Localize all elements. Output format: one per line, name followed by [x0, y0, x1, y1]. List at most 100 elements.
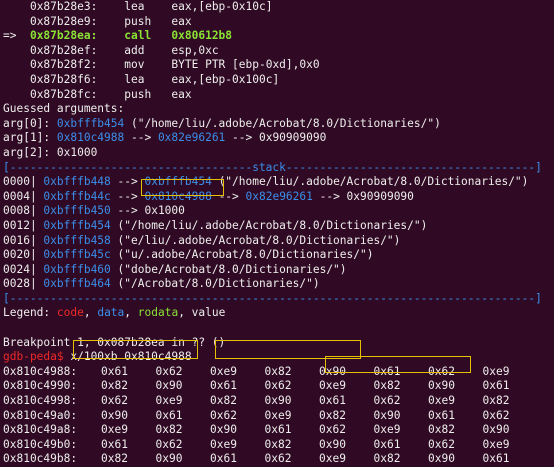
legend: Legend: code, data, rodata, value — [3, 306, 226, 320]
instruction-operands: BYTE PTR [ebp-0xd],0x0 — [171, 58, 320, 72]
hexdump-byte: 0x82 — [155, 423, 183, 437]
stack-row: 0028| 0xbfffb464 ("/Acrobat/8.0/Dictiona… — [3, 277, 554, 292]
legend-data: data — [97, 306, 125, 320]
stack-arrow: --> — [110, 189, 145, 203]
arg-label: arg[1]: — [3, 131, 57, 145]
current-instruction-arrow — [3, 88, 23, 101]
stack-offset: 0016| — [3, 233, 37, 247]
stack-value: ("e/liu/.adobe/Acrobat/8.0/Dictionaries/… — [110, 233, 401, 247]
stack-value: --> 0x90909090 — [312, 189, 414, 203]
guessed-arg: arg[0]: 0xbfffb454 ("/home/liu/.adobe/Ac… — [3, 117, 554, 132]
hexdump-byte: 0x62 — [155, 364, 183, 378]
current-instruction-arrow: => — [3, 29, 24, 43]
disasm-line: => 0x87b28ea: call 0x80612b8 — [3, 29, 554, 44]
instruction-address: 0x87b28f2: — [23, 58, 98, 72]
stack-block: 0000| 0xbfffb448 --> 0xbfffb454 ("/home/… — [3, 175, 554, 292]
hexdump-byte: 0x90 — [101, 408, 128, 422]
hexdump-address: 0x810c49b0: — [3, 437, 78, 451]
stack-separator: [------------------------------------sta… — [3, 160, 542, 174]
stack-value: ("u/.adobe/Acrobat/8.0/Dictionaries/") — [110, 248, 374, 262]
hexdump-byte: 0x62 — [155, 437, 183, 451]
hexdump-address: 0x810c4990: — [3, 379, 78, 393]
stack-offset: 0028| — [3, 277, 37, 291]
arg-label: arg[0]: — [3, 116, 57, 130]
guessed-args-list: arg[0]: 0xbfffb454 ("/home/liu/.adobe/Ac… — [3, 117, 554, 161]
stack-row: 0004| 0xbfffb44c --> 0x810c4988 --> 0x82… — [3, 190, 554, 205]
stack-address: 0xbfffb460 — [36, 262, 111, 276]
hexdump-byte: 0x62 — [264, 379, 292, 393]
highlight-box-bytes-row2 — [325, 356, 471, 373]
hexdump-address: 0x810c49a0: — [3, 408, 78, 422]
hexdump-byte: 0x61 — [482, 452, 510, 466]
stack-value: ("/home/liu/.adobe/Acrobat/8.0/Dictionar… — [211, 175, 529, 189]
hexdump-byte: 0x61 — [428, 408, 455, 422]
hexdump-byte: 0xe9 — [428, 394, 455, 408]
instruction-address: 0x87b28ea: — [23, 29, 98, 43]
hexdump-byte: 0x61 — [373, 437, 401, 451]
highlight-box-stack-ptr — [141, 179, 224, 196]
instruction-operands: eax — [171, 14, 192, 28]
legend-rodata: rodata — [137, 306, 179, 320]
arg-pointer-2: 0x82e96261 — [157, 131, 226, 145]
instruction-mnemonic: call — [97, 29, 172, 43]
stack-row: 0008| 0xbfffb450 --> 0x1000 — [3, 204, 554, 219]
hexdump-byte: 0x82 — [101, 379, 128, 393]
stack-address: 0xbfffb454 — [36, 218, 111, 232]
instruction-address: 0x87b28ef: — [23, 43, 98, 57]
arg-pointer: 0x810c4988 — [56, 131, 125, 145]
end-separator: [---------------------------------------… — [3, 291, 542, 305]
stack-address: 0xbfffb448 — [36, 175, 111, 189]
stack-row: 0000| 0xbfffb448 --> 0xbfffb454 ("/home/… — [3, 175, 554, 190]
hexdump-block: 0x810c4988: 0x61 0x62 0xe9 0x82 0x90 0x61 0x62 0… — [3, 365, 554, 467]
hexdump-row: 0x810c49a0: 0x90 0x61 0x62 0xe9 0x82 0x90 0x61 0… — [3, 409, 554, 424]
stack-address: 0xbfffb44c — [36, 189, 111, 203]
disasm-line: 0x87b28f2: mov BYTE PTR [ebp-0xd],0x0 — [3, 58, 554, 73]
legend-value: value — [191, 306, 226, 320]
instruction-mnemonic: push — [97, 14, 172, 28]
current-instruction-arrow — [3, 0, 23, 13]
gdb-prompt: gdb-peda$ — [3, 350, 64, 364]
instruction-mnemonic: add — [97, 43, 172, 57]
stack-arrow: --> — [110, 175, 145, 189]
disassembly-block: 0x87b28e3: lea eax,[ebp-0x10c] 0x87b28e9… — [3, 0, 554, 102]
instruction-mnemonic: mov — [97, 58, 172, 72]
terminal-window[interactable]: 0x87b28e3: lea eax,[ebp-0x10c] 0x87b28e9… — [0, 0, 554, 465]
instruction-operands: 0x80612b8 — [171, 29, 233, 43]
hexdump-byte: 0x90 — [264, 394, 292, 408]
stack-address: 0xbfffb45c — [36, 248, 111, 262]
hexdump-byte: 0x82 — [373, 452, 401, 466]
hexdump-address: 0x810c4998: — [3, 394, 78, 408]
instruction-operands: eax,[ebp-0x10c] — [171, 0, 273, 13]
hexdump-byte: 0x61 — [264, 423, 292, 437]
hexdump-byte: 0x82 — [101, 452, 128, 466]
stack-value: ("/Acrobat/8.0/Dictionaries/") — [110, 277, 320, 291]
guessed-arg: arg[1]: 0x810c4988 --> 0x82e96261 --> 0x… — [3, 131, 554, 146]
stack-address: 0xbfffb458 — [36, 233, 111, 247]
stack-offset: 0008| — [3, 204, 37, 218]
stack-row: 0012| 0xbfffb454 ("/home/liu/.adobe/Acro… — [3, 219, 554, 234]
hexdump-byte: 0x62 — [482, 408, 510, 422]
current-instruction-arrow — [3, 15, 23, 28]
hexdump-byte: 0x90 — [155, 379, 183, 393]
arg-arrow: --> — [124, 131, 158, 145]
hexdump-byte: 0x82 — [482, 394, 510, 408]
hexdump-byte: 0x61 — [101, 364, 128, 378]
hexdump-byte: 0xe9 — [210, 364, 237, 378]
hexdump-row: 0x810c4998: 0x62 0xe9 0x82 0x90 0x61 0x62 0xe9 0… — [3, 394, 554, 409]
hexdump-byte: 0x82 — [319, 408, 346, 422]
instruction-operands: eax — [171, 87, 192, 101]
stack-offset: 0024| — [3, 262, 37, 276]
hexdump-byte: 0x90 — [319, 437, 346, 451]
disasm-line: 0x87b28f6: lea eax,[ebp-0x100c] — [3, 73, 554, 88]
hexdump-byte: 0xe9 — [210, 437, 237, 451]
hexdump-byte: 0x82 — [428, 423, 455, 437]
hexdump-byte: 0x90 — [210, 423, 237, 437]
hexdump-byte: 0x61 — [482, 379, 510, 393]
legend-code: code — [56, 306, 84, 320]
instruction-address: 0x87b28e3: — [23, 0, 98, 13]
hexdump-byte: 0x62 — [264, 452, 292, 466]
hexdump-address: 0x810c49a8: — [3, 423, 78, 437]
arg-label: arg[2]: — [3, 145, 57, 159]
hexdump-byte: 0xe9 — [264, 408, 292, 422]
